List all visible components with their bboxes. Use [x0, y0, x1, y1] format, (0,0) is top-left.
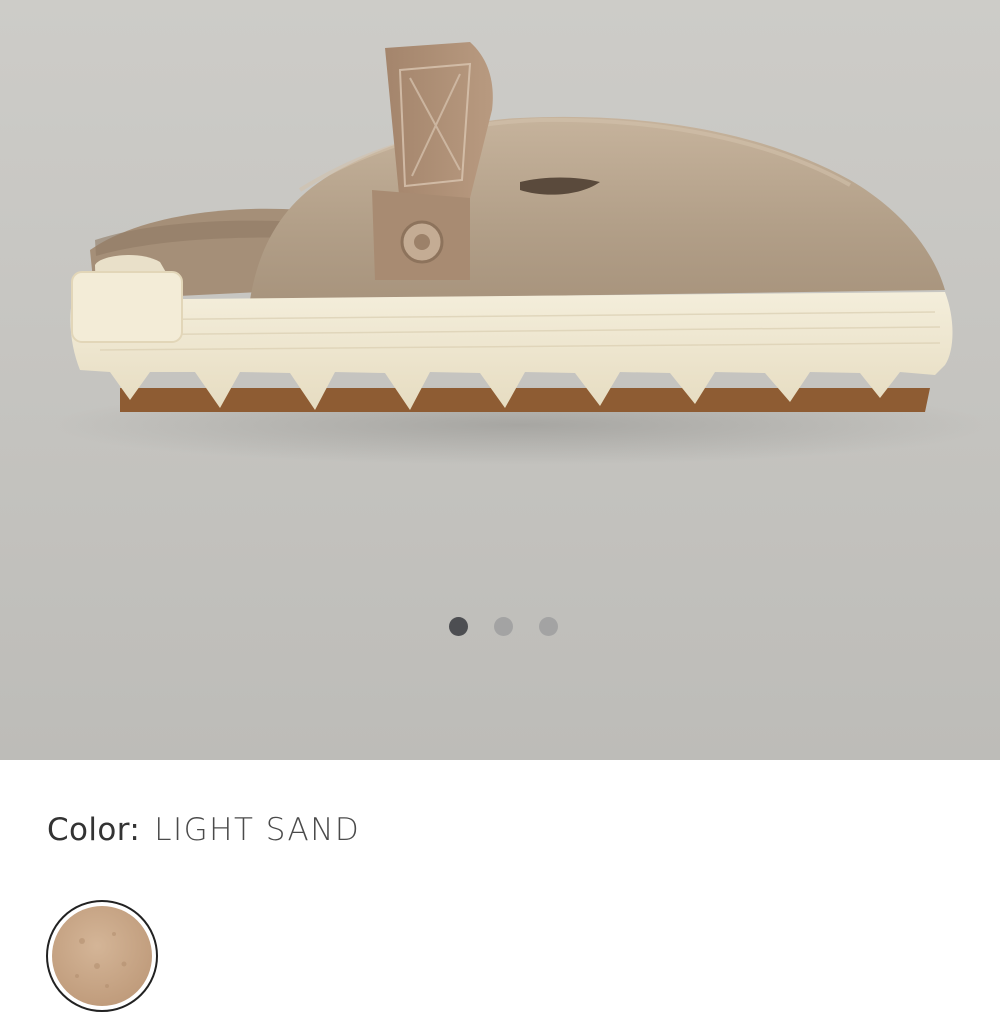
product-page: Color: LIGHT SAND: [0, 0, 1000, 1012]
color-label: Color:: [47, 812, 141, 848]
carousel-dot-2[interactable]: [494, 616, 513, 636]
sole-gum: [120, 388, 930, 412]
swatch-texture: [52, 906, 152, 1006]
color-selection-label: Color: LIGHT SAND: [47, 808, 360, 852]
selected-color-value: LIGHT SAND: [154, 812, 361, 848]
product-image[interactable]: [0, 0, 1000, 760]
heel-logo-block: [71, 271, 183, 343]
suede-upper: [250, 116, 945, 300]
carousel-dot-1[interactable]: [449, 616, 468, 636]
product-image-carousel[interactable]: [0, 0, 1000, 760]
carousel-dot-3[interactable]: [539, 616, 558, 636]
carousel-pagination: [449, 616, 558, 636]
color-swatch-light-sand[interactable]: [46, 900, 158, 1012]
